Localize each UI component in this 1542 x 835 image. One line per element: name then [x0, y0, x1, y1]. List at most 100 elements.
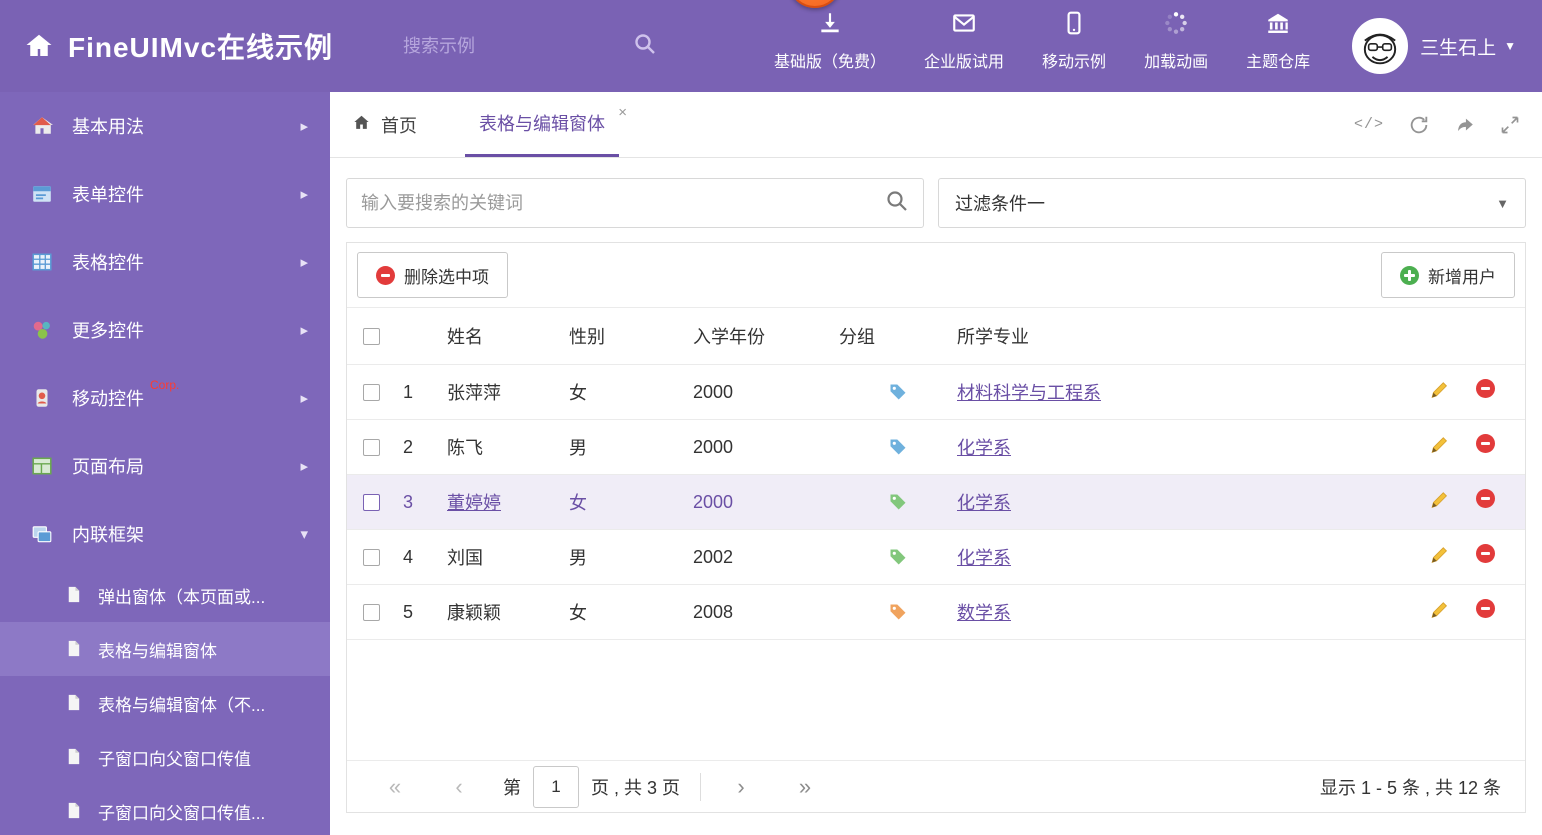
caret-down-icon: ▼: [1496, 195, 1509, 211]
table-icon: [30, 250, 54, 274]
nav-item-mobile-demo[interactable]: 移动示例: [1042, 10, 1106, 72]
delete-selected-button[interactable]: 删除选中项: [357, 252, 508, 298]
cell-name: 陈飞: [447, 438, 483, 458]
sidebar-subitem-child-to-parent-2[interactable]: 子窗口向父窗口传值...: [0, 784, 330, 835]
delete-button-label: 删除选中项: [404, 267, 489, 287]
layout-icon: [30, 454, 54, 478]
app-header: FineUIMvc在线示例 FREE! 基础版（免费） 企业版试用 移动示例: [0, 0, 1542, 92]
column-header-major[interactable]: 所学专业: [957, 323, 1409, 349]
sidebar-subitem-label: 弹出窗体（本页面或...: [98, 587, 266, 607]
delete-icon[interactable]: [1476, 544, 1495, 563]
major-link[interactable]: 数学系: [957, 603, 1011, 623]
search-icon[interactable]: [633, 32, 657, 61]
row-checkbox[interactable]: [363, 383, 380, 401]
major-link[interactable]: 化学系: [957, 438, 1011, 458]
sidebar-item-grid-controls[interactable]: 表格控件 ▸: [0, 228, 330, 296]
table-row[interactable]: 2 陈飞 男 2000 化学系: [347, 420, 1525, 475]
sidebar-subitem-popup-window[interactable]: 弹出窗体（本页面或...: [0, 568, 330, 622]
refresh-icon[interactable]: [1408, 114, 1430, 136]
column-header-gender[interactable]: 性别: [569, 323, 693, 349]
cell-name[interactable]: 董婷婷: [447, 493, 501, 513]
search-icon[interactable]: [885, 189, 909, 218]
tab-grid-edit-window[interactable]: 表格与编辑窗体 ×: [465, 92, 627, 157]
nav-item-enterprise-trial[interactable]: 企业版试用: [924, 10, 1004, 72]
maximize-icon[interactable]: [1500, 115, 1520, 135]
filter-dropdown-value: 过滤条件一: [955, 194, 1045, 214]
tab-bar: 首页 表格与编辑窗体 × </>: [330, 92, 1542, 158]
edit-icon[interactable]: [1429, 599, 1450, 625]
free-badge: FREE!: [787, 0, 842, 8]
prev-page-button[interactable]: ‹: [439, 774, 479, 800]
first-page-button[interactable]: «: [375, 774, 415, 800]
filter-dropdown[interactable]: 过滤条件一 ▼: [938, 178, 1526, 228]
brand[interactable]: FineUIMvc在线示例: [24, 26, 333, 66]
select-all-checkbox[interactable]: [363, 327, 380, 345]
sidebar-subitem-label: 子窗口向父窗口传值: [98, 749, 251, 769]
cell-year: 2008: [693, 601, 734, 622]
add-user-button[interactable]: 新增用户: [1381, 252, 1515, 298]
nav-item-basic-edition[interactable]: FREE! 基础版（免费）: [774, 0, 886, 72]
column-header-year[interactable]: 入学年份: [693, 323, 839, 349]
user-menu[interactable]: 三生石上 ▼: [1352, 18, 1516, 74]
tag-icon: [890, 384, 906, 400]
sidebar-item-form-controls[interactable]: 表单控件 ▸: [0, 160, 330, 228]
column-header-name[interactable]: 姓名: [447, 323, 569, 349]
tab-home[interactable]: 首页: [346, 92, 423, 157]
sidebar-item-mobile-controls[interactable]: 移动控件 Corp. ▸: [0, 364, 330, 432]
table-row[interactable]: 1 张萍萍 女 2000 材料科学与工程系: [347, 365, 1525, 420]
delete-icon[interactable]: [1476, 489, 1495, 508]
delete-icon[interactable]: [1476, 599, 1495, 618]
sidebar-item-more-controls[interactable]: 更多控件 ▸: [0, 296, 330, 364]
keyword-search-input[interactable]: [361, 192, 885, 214]
row-checkbox[interactable]: [363, 438, 380, 456]
page-label-post: 页 , 共 3 页: [591, 777, 681, 798]
page-label-pre: 第: [503, 777, 521, 798]
header-nav: FREE! 基础版（免费） 企业版试用 移动示例: [774, 0, 1310, 82]
tag-icon: [890, 549, 906, 565]
delete-icon[interactable]: [1476, 434, 1495, 453]
sidebar-item-iframe[interactable]: 内联框架 ▾: [0, 500, 330, 568]
chevron-right-icon: ▸: [300, 458, 308, 475]
last-page-button[interactable]: »: [785, 774, 825, 800]
next-page-button[interactable]: ›: [721, 774, 761, 800]
page-number-input[interactable]: [533, 765, 579, 808]
envelope-icon: [951, 10, 977, 41]
keyword-search: [346, 178, 924, 228]
sidebar-subitem-child-to-parent[interactable]: 子窗口向父窗口传值: [0, 730, 330, 784]
major-link[interactable]: 化学系: [957, 493, 1011, 513]
sidebar-item-page-layout[interactable]: 页面布局 ▸: [0, 432, 330, 500]
table-header-row: 姓名 性别 入学年份 分组 所学专业: [347, 307, 1525, 365]
column-header-group[interactable]: 分组: [839, 323, 957, 349]
share-icon[interactable]: [1454, 114, 1476, 136]
edit-icon[interactable]: [1429, 489, 1450, 515]
delete-icon[interactable]: [1476, 379, 1495, 398]
sidebar-subitem-grid-edit-window[interactable]: 表格与编辑窗体: [0, 622, 330, 676]
cell-name: 刘国: [447, 548, 483, 568]
table-row[interactable]: 5 康颖颖 女 2008 数学系: [347, 585, 1525, 640]
row-checkbox[interactable]: [363, 603, 380, 621]
nav-item-loading-animation[interactable]: 加载动画: [1144, 10, 1208, 72]
nav-item-label: 移动示例: [1042, 54, 1107, 71]
sidebar-subitem-grid-edit-window-2[interactable]: 表格与编辑窗体（不...: [0, 676, 330, 730]
major-link[interactable]: 材料科学与工程系: [957, 383, 1101, 403]
nav-item-theme-store[interactable]: 主题仓库: [1246, 10, 1310, 72]
row-checkbox[interactable]: [363, 493, 380, 511]
view-source-icon[interactable]: </>: [1354, 116, 1384, 133]
table-row[interactable]: 3 董婷婷 女 2000 化学系: [347, 475, 1525, 530]
table-row[interactable]: 4 刘国 男 2002 化学系: [347, 530, 1525, 585]
sidebar-item-basic-usage[interactable]: 基本用法 ▸: [0, 92, 330, 160]
close-icon[interactable]: ×: [618, 105, 627, 120]
major-link[interactable]: 化学系: [957, 548, 1011, 568]
sidebar-item-label: 页面布局: [72, 457, 144, 477]
cell-year: 2000: [693, 381, 734, 402]
cell-gender: 女: [569, 383, 587, 403]
edit-icon[interactable]: [1429, 379, 1450, 405]
header-search-input[interactable]: [403, 35, 554, 57]
row-checkbox[interactable]: [363, 548, 380, 566]
mobile-icon: [1061, 10, 1087, 41]
edit-icon[interactable]: [1429, 434, 1450, 460]
cell-year: 2002: [693, 546, 734, 567]
mobile-controls-icon: [30, 386, 54, 410]
chevron-right-icon: ▸: [300, 322, 308, 339]
edit-icon[interactable]: [1429, 544, 1450, 570]
